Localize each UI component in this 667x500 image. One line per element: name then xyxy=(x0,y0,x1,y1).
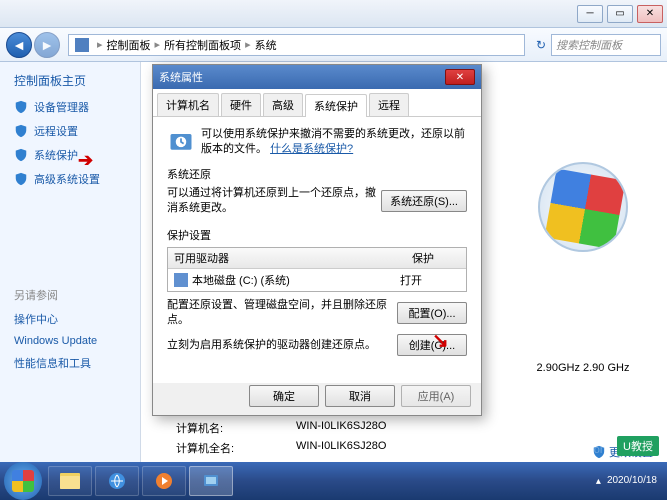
shield-icon xyxy=(14,148,28,162)
windows-logo-icon xyxy=(538,162,628,252)
taskbar-media[interactable] xyxy=(142,466,186,496)
forward-button[interactable]: ► xyxy=(34,32,60,58)
tab-remote[interactable]: 远程 xyxy=(369,93,409,116)
minimize-button[interactable]: ─ xyxy=(577,5,603,23)
dialog-close-button[interactable]: ✕ xyxy=(445,69,475,85)
config-text: 配置还原设置、管理磁盘空间，并且删除还原点。 xyxy=(167,298,397,329)
watermark-url: u.ujiaoshou.com xyxy=(529,444,609,456)
system-restore-button[interactable]: 系统还原(S)... xyxy=(381,190,467,212)
start-button[interactable] xyxy=(4,462,42,500)
ok-button[interactable]: 确定 xyxy=(249,385,319,407)
cancel-button[interactable]: 取消 xyxy=(325,385,395,407)
drives-table[interactable]: 可用驱动器 保护 本地磁盘 (C:) (系统) 打开 xyxy=(167,247,467,292)
annotation-arrow: ➔ xyxy=(78,150,93,171)
sidebar-item-device-manager[interactable]: 设备管理器 xyxy=(14,99,140,115)
protection-group-title: 保护设置 xyxy=(167,227,467,243)
watermark-badge: U教授 xyxy=(617,436,659,456)
sidebar: 控制面板主页 设备管理器 远程设置 系统保护 高级系统设置 ➔ 另请参阅 操作中… xyxy=(0,62,140,462)
shield-icon xyxy=(14,124,28,138)
maximize-button[interactable]: ▭ xyxy=(607,5,633,23)
col-protection: 保护 xyxy=(406,248,466,268)
sidebar-item-label: 远程设置 xyxy=(34,123,78,139)
sidebar-item-label: 设备管理器 xyxy=(34,99,89,115)
tray-clock[interactable]: 2020/10/18 xyxy=(607,475,657,487)
sidebar-seealso-action-center[interactable]: 操作中心 xyxy=(14,311,140,327)
taskbar: ▴ 2020/10/18 xyxy=(0,462,667,500)
configure-button[interactable]: 配置(O)... xyxy=(397,302,467,324)
tab-system-protection[interactable]: 系统保护 xyxy=(305,94,367,117)
seealso-title: 另请参阅 xyxy=(14,287,140,303)
sidebar-item-label: 系统保护 xyxy=(34,147,78,163)
taskbar-explorer[interactable] xyxy=(48,466,92,496)
apply-button[interactable]: 应用(A) xyxy=(401,385,471,407)
sidebar-seealso-windows-update[interactable]: Windows Update xyxy=(14,335,140,347)
dialog-titlebar[interactable]: 系统属性 ✕ xyxy=(153,65,481,89)
drive-status: 打开 xyxy=(400,272,460,288)
tab-computer-name[interactable]: 计算机名 xyxy=(157,93,219,116)
tab-hardware[interactable]: 硬件 xyxy=(221,93,261,116)
back-button[interactable]: ◄ xyxy=(6,32,32,58)
system-tray[interactable]: ▴ 2020/10/18 xyxy=(596,475,663,487)
annotation-arrow: ↘ xyxy=(432,328,449,353)
table-row[interactable]: 本地磁盘 (C:) (系统) 打开 xyxy=(168,269,466,291)
sidebar-item-remote[interactable]: 远程设置 xyxy=(14,123,140,139)
computer-full-label: 计算机全名: xyxy=(176,440,296,456)
refresh-button[interactable]: ↻ xyxy=(531,35,551,55)
computer-name-label: 计算机名: xyxy=(176,420,296,436)
sidebar-item-system-protection[interactable]: 系统保护 xyxy=(14,147,140,163)
drive-name: 本地磁盘 (C:) (系统) xyxy=(192,272,400,288)
search-input[interactable]: 搜索控制面板 xyxy=(551,34,661,56)
cpu-info: 2.90GHz 2.90 GHz xyxy=(513,362,653,374)
sidebar-title[interactable]: 控制面板主页 xyxy=(14,72,140,89)
breadcrumb-item[interactable]: 系统 xyxy=(255,37,277,53)
dialog-tabs: 计算机名 硬件 高级 系统保护 远程 xyxy=(153,89,481,117)
restore-group-title: 系统还原 xyxy=(167,166,467,182)
window-titlebar: ─ ▭ ✕ xyxy=(0,0,667,28)
breadcrumb[interactable]: ▸ 控制面板 ▸ 所有控制面板项 ▸ 系统 xyxy=(68,34,525,56)
taskbar-ie[interactable] xyxy=(95,466,139,496)
taskbar-control-panel[interactable] xyxy=(189,466,233,496)
sidebar-item-advanced[interactable]: 高级系统设置 xyxy=(14,171,140,187)
sidebar-item-label: 高级系统设置 xyxy=(34,171,100,187)
what-is-link[interactable]: 什么是系统保护? xyxy=(270,143,353,155)
computer-full-value: WIN-I0LIK6SJ28O xyxy=(296,440,386,456)
sidebar-seealso-performance[interactable]: 性能信息和工具 xyxy=(14,355,140,371)
shield-icon xyxy=(14,100,28,114)
system-properties-dialog: 系统属性 ✕ 计算机名 硬件 高级 系统保护 远程 可以使用系统保护来撤消不需要… xyxy=(152,64,482,416)
close-button[interactable]: ✕ xyxy=(637,5,663,23)
breadcrumb-item[interactable]: 控制面板 xyxy=(107,37,151,53)
tab-advanced[interactable]: 高级 xyxy=(263,93,303,116)
info-text: 可以使用系统保护来撤消不需要的系统更改，还原以前版本的文件。 什么是系统保护? xyxy=(201,127,467,158)
create-text: 立刻为启用系统保护的驱动器创建还原点。 xyxy=(167,338,397,353)
computer-name-value: WIN-I0LIK6SJ28O xyxy=(296,420,386,436)
dialog-title-text: 系统属性 xyxy=(159,69,203,85)
restore-text: 可以通过将计算机还原到上一个还原点，撤消系统更改。 xyxy=(167,186,381,217)
dialog-footer: 确定 取消 应用(A) xyxy=(249,385,471,407)
restore-icon xyxy=(167,127,195,155)
drive-icon xyxy=(174,273,188,287)
right-panel: 2.90GHz 2.90 GHz 更改设置 xyxy=(513,162,653,460)
breadcrumb-item[interactable]: 所有控制面板项 xyxy=(164,37,241,53)
shield-icon xyxy=(14,172,28,186)
col-drives: 可用驱动器 xyxy=(168,248,406,268)
windows-flag-icon xyxy=(12,470,34,492)
control-panel-icon xyxy=(75,38,89,52)
tray-up-icon[interactable]: ▴ xyxy=(596,476,601,487)
toolbar: ◄ ► ▸ 控制面板 ▸ 所有控制面板项 ▸ 系统 ↻ 搜索控制面板 xyxy=(0,28,667,62)
